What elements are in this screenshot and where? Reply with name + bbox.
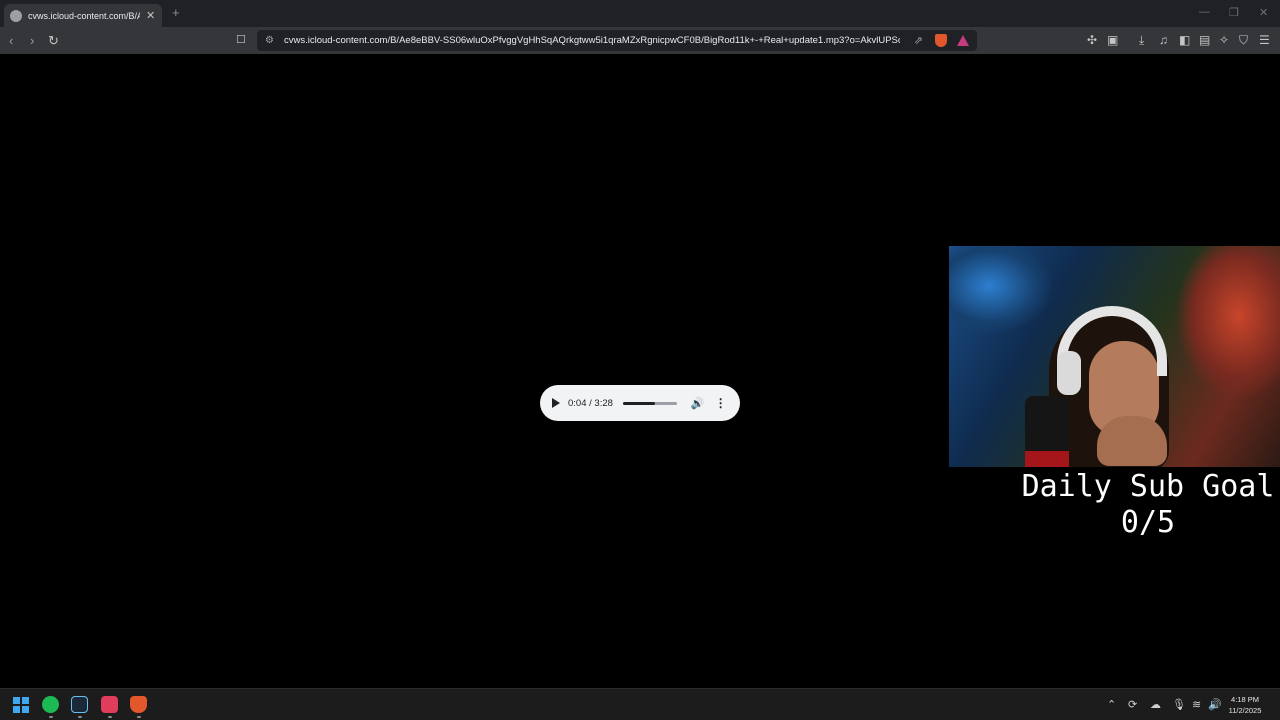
clock-time: 4:18 PM (1231, 695, 1259, 704)
bookmark-icon[interactable]: ☐ (236, 33, 246, 46)
maximize-button[interactable]: ❐ (1229, 6, 1239, 19)
sidebar-icon[interactable]: ◧ (1179, 33, 1190, 47)
media-icon[interactable]: ♫ (1159, 33, 1168, 47)
site-info-icon[interactable]: ⚙ (265, 35, 274, 46)
show-hidden-icons-icon[interactable]: ⌃ (1107, 698, 1116, 711)
app-icon-red[interactable] (101, 696, 118, 713)
clock-date: 11/2/2025 (1228, 706, 1262, 715)
back-icon[interactable]: ‹ (9, 33, 13, 48)
progress-bar[interactable] (622, 401, 677, 405)
steam-icon[interactable] (71, 696, 88, 713)
menu-icon[interactable]: ☰ (1259, 33, 1270, 47)
wallet-icon[interactable]: ▤ (1199, 33, 1210, 47)
browser-titlebar: cvws.icloud-content.com/B/Ae8e ✕ + — ❐ ✕ (0, 0, 1280, 27)
wifi-icon[interactable]: ≋ (1192, 698, 1201, 711)
progress-fill (622, 401, 656, 405)
microphone-icon[interactable]: 🎙 (1172, 698, 1186, 711)
taskbar: ⌃ ⟳ ☁ 🎙 ≋ 🔊 4:18 PM 11/2/2025 (0, 688, 1280, 720)
sub-goal-count: 0/5 (1120, 505, 1176, 540)
download-icon[interactable]: ⤓ (1139, 33, 1144, 48)
extensions-icon[interactable]: ✣ (1087, 33, 1097, 47)
volume-icon[interactable]: 🔊 (691, 397, 705, 410)
browser-tab[interactable]: cvws.icloud-content.com/B/Ae8e ✕ (4, 4, 162, 27)
new-tab-button[interactable]: + (172, 5, 180, 20)
reload-icon[interactable]: ↻ (48, 33, 59, 49)
windows-start-icon[interactable] (13, 697, 29, 713)
browser-toolbar: ‹ › ↻ ☐ ⚙ cvws.icloud-content.com/B/Ae8e… (0, 27, 1280, 54)
playback-time: 0:04 / 3:28 (568, 397, 613, 409)
page-content: 0:04 / 3:28 🔊 ⋮ Daily Sub Goal 0/5 (0, 54, 1280, 688)
sub-goal-overlay: Daily Sub Goal 0/5 (1016, 469, 1280, 541)
brave-rewards-icon[interactable] (957, 35, 969, 46)
brave-browser-icon[interactable] (130, 696, 147, 713)
globe-icon (10, 9, 22, 22)
vpn-icon[interactable]: ⛉ (1239, 33, 1248, 48)
sub-goal-label: Daily Sub Goal (1021, 469, 1275, 504)
brave-shield-icon[interactable] (935, 34, 947, 47)
share-icon[interactable]: ⇗ (914, 34, 923, 47)
play-icon[interactable] (552, 398, 560, 408)
webcam-overlay (949, 246, 1280, 467)
tab-title: cvws.icloud-content.com/B/Ae8e (28, 10, 140, 21)
speaker-icon[interactable]: 🔊 (1208, 698, 1222, 711)
cloud-icon[interactable]: ☁ (1150, 698, 1161, 711)
url-text[interactable]: cvws.icloud-content.com/B/Ae8eBBV-SS06wl… (284, 35, 900, 46)
audio-player[interactable]: 0:04 / 3:28 🔊 ⋮ (540, 385, 740, 421)
forward-icon[interactable]: › (30, 33, 34, 48)
address-bar[interactable]: ⚙ cvws.icloud-content.com/B/Ae8eBBV-SS06… (257, 30, 977, 51)
tab-close-icon[interactable]: ✕ (146, 9, 155, 22)
close-window-button[interactable]: ✕ (1259, 6, 1268, 19)
system-clock[interactable]: 4:18 PM 11/2/2025 (1224, 694, 1266, 716)
minimize-button[interactable]: — (1199, 6, 1210, 18)
more-options-icon[interactable]: ⋮ (715, 396, 727, 410)
spotify-icon[interactable] (42, 696, 59, 713)
sync-icon[interactable]: ⟳ (1128, 698, 1137, 711)
leo-ai-icon[interactable]: ✧ (1219, 33, 1229, 47)
screenshot-icon[interactable]: ▣ (1107, 33, 1118, 47)
